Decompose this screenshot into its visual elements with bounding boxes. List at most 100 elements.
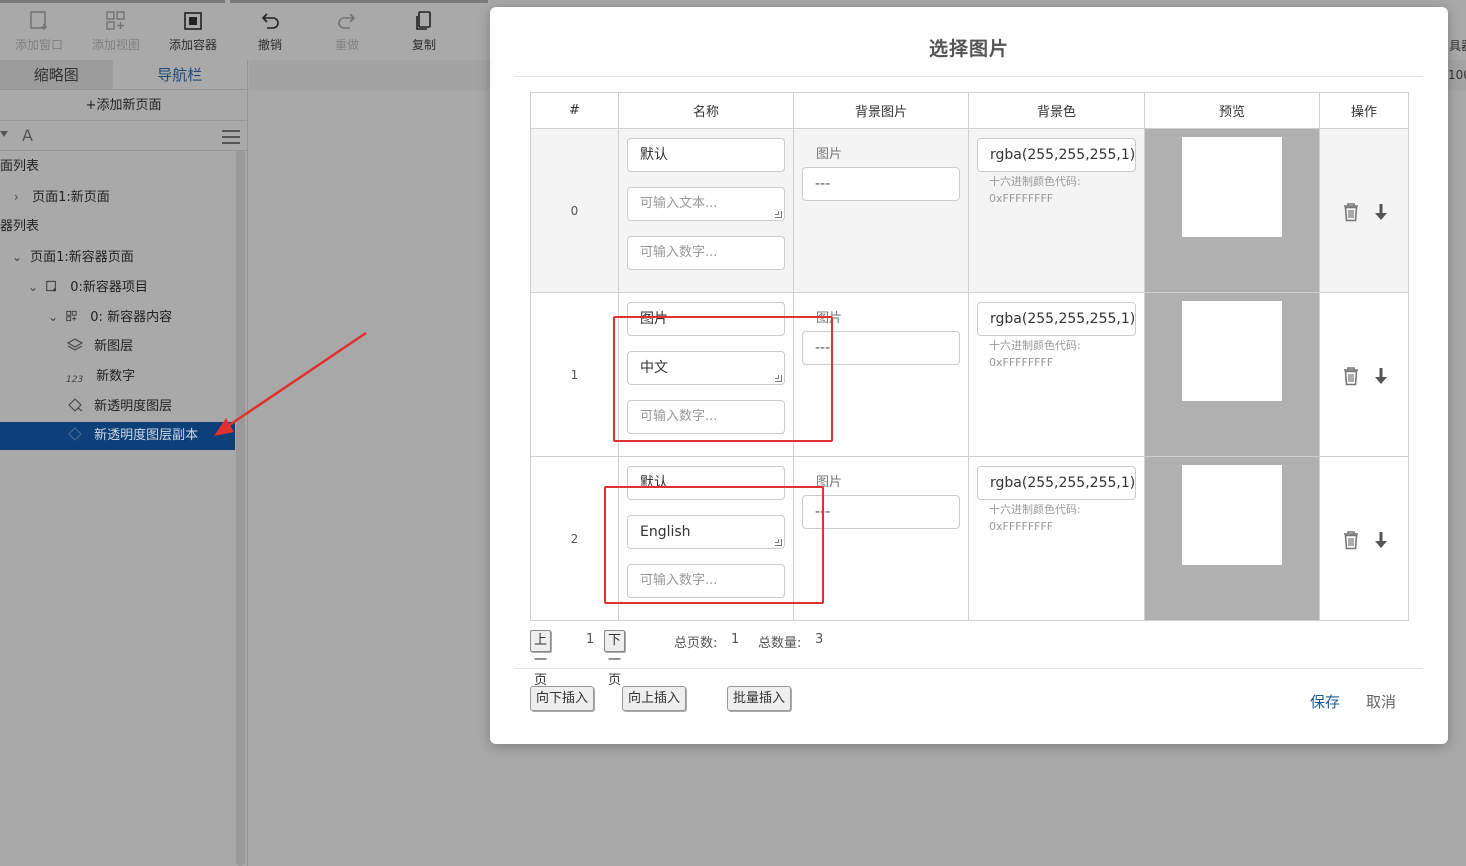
tree-item-container-content-label: 0: 新容器内容 — [90, 310, 173, 325]
chevron-down-icon[interactable]: ⌄ — [28, 272, 42, 302]
name-input[interactable]: 图片 — [627, 302, 785, 336]
add-container-icon — [184, 12, 202, 30]
background-image-select[interactable]: --- — [802, 331, 960, 365]
background-image-label: 图片 — [816, 311, 843, 326]
tree-item-container[interactable]: ⌄ 0:新容器项目 — [0, 272, 235, 302]
row-index: 2 — [530, 456, 619, 621]
column-header-name: 名称 — [618, 92, 794, 129]
hex-color-hint-value: 0xFFFFFFFF — [989, 356, 1054, 369]
background-image-label: 图片 — [816, 475, 843, 490]
background-image-select[interactable]: --- — [802, 167, 960, 201]
tree-item-opacity-layer[interactable]: 新透明度图层 — [0, 392, 235, 422]
move-down-icon[interactable] — [1372, 530, 1390, 550]
prev-page-button[interactable]: 上一页 — [530, 630, 552, 688]
tree-item-page[interactable]: › 页面1:新页面 — [0, 182, 235, 212]
text-textarea[interactable]: English — [627, 515, 785, 549]
add-window-label: 添加窗口 — [14, 38, 63, 52]
sidebar-tools: A — [0, 121, 247, 151]
opacity-icon — [68, 427, 82, 441]
column-header-index: # — [530, 92, 619, 129]
tree-item-opacity-layer-copy-label: 新透明度图层副本 — [94, 428, 199, 443]
table-row: 0 默认 可输入文本... 可输入数字... 图片 --- rgba(255,2… — [530, 128, 1409, 293]
preview-cell — [1144, 292, 1320, 457]
resize-handle-icon[interactable] — [775, 211, 782, 218]
sidebar: 缩略图 导航栏 +添加新页面 A 面列表 › 页面1:新页面 器列表 ⌄ 页面1… — [0, 60, 248, 866]
hex-color-hint: 十六进制颜色代码: 0xFFFFFFFF — [989, 501, 1081, 535]
save-button[interactable]: 保存 — [1310, 691, 1340, 712]
background-image-select[interactable]: --- — [802, 495, 960, 529]
tree-item-layer[interactable]: 新图层 — [0, 332, 235, 362]
add-view-button[interactable]: 添加视图 — [81, 8, 151, 56]
toolbar-tab-indicator — [0, 0, 225, 3]
move-down-icon[interactable] — [1372, 202, 1390, 222]
opacity-icon — [68, 398, 83, 412]
menu-icon[interactable] — [222, 130, 240, 144]
add-view-label: 添加视图 — [91, 38, 140, 52]
copy-label: 复制 — [411, 38, 436, 52]
number-input[interactable]: 可输入数字... — [627, 236, 785, 270]
tree-item-layer-label: 新图层 — [94, 339, 134, 354]
add-page-button[interactable]: +添加新页面 — [0, 90, 247, 121]
column-header-actions: 操作 — [1319, 92, 1409, 129]
hex-color-hint: 十六进制颜色代码: 0xFFFFFFFF — [989, 173, 1081, 207]
cancel-button[interactable]: 取消 — [1366, 691, 1396, 712]
tree-item-container-page-label: 页面1:新容器页面 — [30, 250, 134, 265]
add-window-icon — [30, 11, 47, 30]
redo-button[interactable]: 重做 — [312, 8, 382, 56]
chevron-down-icon[interactable]: ⌄ — [12, 242, 26, 272]
text-textarea[interactable]: 中文 — [627, 351, 785, 385]
tree-item-opacity-layer-label: 新透明度图层 — [94, 399, 173, 414]
chevron-right-icon[interactable]: › — [14, 182, 28, 212]
tree-item-container-label: 0:新容器项目 — [70, 280, 148, 295]
background-color-input[interactable]: rgba(255,255,255,1) — [977, 138, 1136, 172]
text-textarea[interactable]: 可输入文本... — [627, 187, 785, 221]
tree-item-opacity-layer-copy[interactable]: 新透明度图层副本 — [0, 422, 235, 450]
next-page-button[interactable]: 下一页 — [604, 630, 626, 688]
hex-color-hint-label: 十六进制颜色代码: — [989, 339, 1081, 352]
font-icon[interactable]: A — [22, 126, 33, 145]
tree-item-container-content[interactable]: ⌄ 0: 新容器内容 — [0, 302, 235, 332]
resize-handle-icon[interactable] — [775, 539, 782, 546]
background-color-input[interactable]: rgba(255,255,255,1) — [977, 302, 1136, 336]
delete-icon[interactable] — [1342, 202, 1360, 222]
number-input[interactable]: 可输入数字... — [627, 400, 785, 434]
move-down-icon[interactable] — [1372, 366, 1390, 386]
preview-image — [1182, 301, 1282, 401]
sidebar-scrollbar[interactable] — [236, 150, 245, 866]
page-list-title-text: 面列表 — [0, 159, 40, 174]
background-color-input[interactable]: rgba(255,255,255,1) — [977, 466, 1136, 500]
add-container-button[interactable]: 添加容器 — [158, 8, 228, 56]
container-icon — [46, 280, 57, 292]
row-index: 0 — [530, 128, 619, 293]
name-input[interactable]: 默认 — [627, 466, 785, 500]
tab-thumbnails[interactable]: 缩略图 — [0, 60, 113, 89]
preview-image — [1182, 137, 1282, 237]
total-pages-label: 总页数: — [674, 636, 718, 651]
undo-button[interactable]: 撤销 — [235, 8, 305, 56]
total-pages-value: 1 — [731, 632, 740, 647]
delete-icon[interactable] — [1342, 530, 1360, 550]
tab-navigation[interactable]: 导航栏 — [112, 60, 247, 89]
total-count-value: 3 — [815, 632, 824, 647]
total-count-label: 总数量: — [758, 636, 802, 651]
dropdown-caret-icon[interactable] — [0, 131, 8, 137]
insert-up-button[interactable]: 向上插入 — [622, 686, 687, 711]
tree-item-number[interactable]: 123 新数字 — [0, 362, 235, 392]
insert-down-button[interactable]: 向下插入 — [530, 686, 595, 711]
tree-item-container-page[interactable]: ⌄ 页面1:新容器页面 — [0, 242, 235, 272]
resize-handle-icon[interactable] — [775, 375, 782, 382]
preview-cell — [1144, 128, 1320, 293]
table-header: # 名称 背景图片 背景色 预览 操作 — [530, 92, 1409, 129]
hex-color-hint-label: 十六进制颜色代码: — [989, 175, 1081, 188]
table-row: 2 默认 English 可输入数字... 图片 --- rgba(255,25… — [530, 456, 1409, 621]
tree-item-page-label: 页面1:新页面 — [32, 190, 110, 205]
number-input[interactable]: 可输入数字... — [627, 564, 785, 598]
chevron-down-icon[interactable]: ⌄ — [48, 302, 62, 332]
name-input[interactable]: 默认 — [627, 138, 785, 172]
select-image-dialog: 选择图片 # 名称 背景图片 背景色 预览 操作 0 默认 可输入文本... 可… — [490, 7, 1448, 744]
dialog-title: 选择图片 — [928, 38, 1009, 60]
add-window-button[interactable]: 添加窗口 — [4, 8, 74, 56]
copy-button[interactable]: 复制 — [389, 8, 459, 56]
delete-icon[interactable] — [1342, 366, 1360, 386]
batch-insert-button[interactable]: 批量插入 — [727, 686, 792, 711]
